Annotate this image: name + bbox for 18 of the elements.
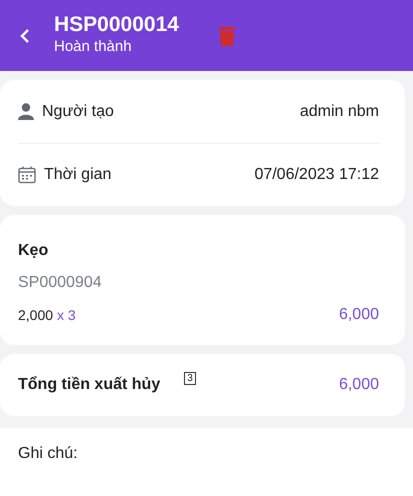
field-value: admin nbm [300, 102, 379, 122]
total-label: Tổng tiền xuất hủy [18, 375, 160, 395]
back-icon[interactable] [20, 28, 30, 44]
order-title: HSP0000014 [54, 12, 179, 36]
line-total: 6,000 [338, 305, 379, 325]
marker-label: 3 [184, 372, 196, 384]
unit-price: 2,000 [18, 306, 54, 324]
order-status: Hoàn thành [54, 36, 133, 57]
note-label: Ghi chú: [18, 445, 78, 462]
field-label: Người tạo [42, 102, 114, 122]
field-label: Thời gian [44, 165, 112, 185]
product-code: SP0000904 [18, 273, 103, 293]
field-value: 07/06/2023 17:12 [254, 165, 379, 185]
quantity: x 3 [57, 306, 76, 324]
product-name: Kẹo [18, 241, 50, 261]
user-icon [18, 103, 34, 120]
calendar-icon [18, 166, 36, 184]
total-value: 6,000 [338, 375, 379, 395]
